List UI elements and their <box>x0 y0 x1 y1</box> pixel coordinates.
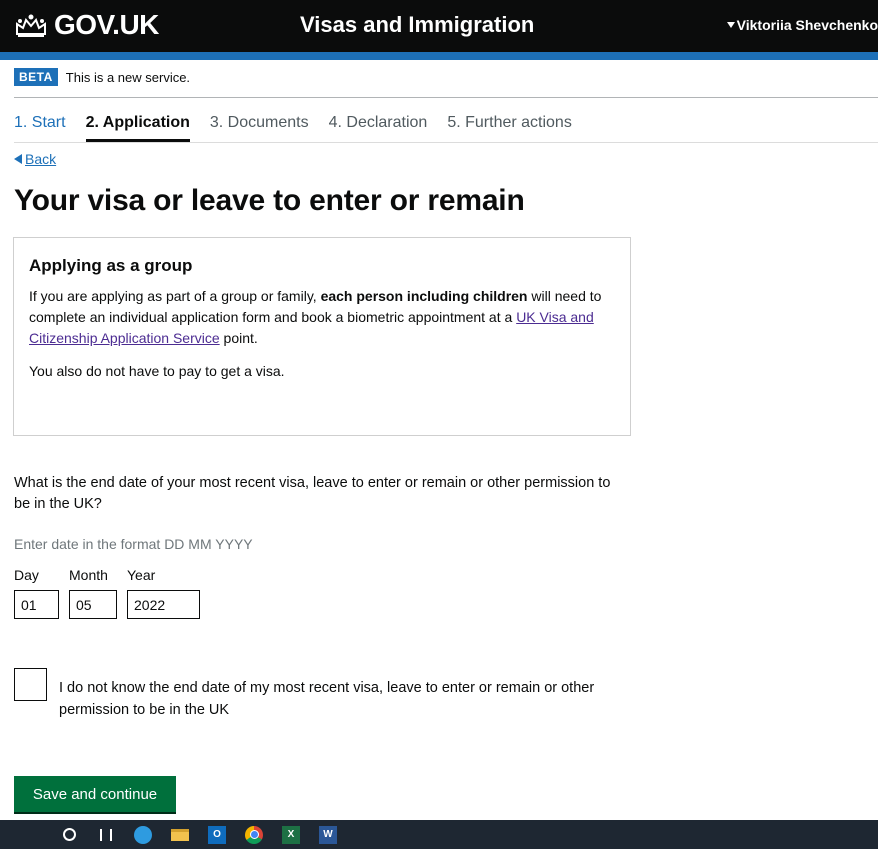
unknown-date-option: I do not know the end date of my most re… <box>14 668 619 721</box>
date-day: Day <box>14 567 59 619</box>
govuk-logo[interactable]: GOV.UK <box>14 9 159 41</box>
back-link[interactable]: Back <box>14 151 56 167</box>
month-input[interactable] <box>69 590 117 619</box>
crown-icon <box>16 14 46 37</box>
month-label: Month <box>69 567 108 583</box>
date-month: Month <box>69 567 117 619</box>
step-documents: 3. Documents <box>209 114 309 131</box>
question-label: What is the end date of your most recent… <box>14 475 611 512</box>
search-icon[interactable] <box>60 826 78 844</box>
year-input[interactable] <box>127 590 200 619</box>
windows-taskbar: O X W <box>0 820 878 849</box>
save-and-continue-button[interactable]: Save and continue <box>14 776 176 812</box>
word-icon[interactable]: W <box>319 825 337 844</box>
divider <box>14 142 878 143</box>
task-view-icon[interactable] <box>97 826 115 844</box>
excel-icon[interactable]: X <box>282 825 300 844</box>
panel-text: If you are applying as part of a group o… <box>29 288 321 304</box>
date-input-group: Day Month Year <box>14 567 210 619</box>
beta-banner: BETA This is a new service. <box>14 68 190 86</box>
outlook-icon[interactable]: O <box>208 825 226 844</box>
panel-bold-text: each person including children <box>320 288 528 304</box>
checkbox-label[interactable]: I do not know the end date of my most re… <box>59 668 619 721</box>
group-info-panel: Applying as a group If you are applying … <box>13 237 631 436</box>
panel-paragraph-2: You also do not have to pay to get a vis… <box>29 363 285 379</box>
panel-paragraph: If you are applying as part of a group o… <box>29 286 615 349</box>
beta-tag: BETA <box>14 68 58 86</box>
step-application: 2. Application <box>85 114 191 142</box>
edge-icon[interactable] <box>134 825 152 844</box>
file-explorer-icon[interactable] <box>171 828 189 841</box>
service-name[interactable]: Visas and Immigration <box>300 12 534 38</box>
page-title: Your visa or leave to enter or remain <box>14 184 525 217</box>
user-name: Viktoriia Shevchenko <box>736 17 878 33</box>
step-start[interactable]: 1. Start <box>14 114 66 132</box>
back-arrow-icon <box>14 154 22 164</box>
progress-steps: 1. Start 2. Application 3. Documents 4. … <box>14 114 592 142</box>
user-menu[interactable]: Viktoriia Shevchenko <box>726 17 878 33</box>
day-input[interactable] <box>14 590 59 619</box>
gov-header: GOV.UK Visas and Immigration Viktoriia S… <box>0 0 878 52</box>
year-label: Year <box>127 567 156 583</box>
date-year: Year <box>127 567 200 619</box>
divider <box>14 97 878 98</box>
chrome-icon[interactable] <box>245 825 263 844</box>
day-label: Day <box>14 567 39 583</box>
step-further-actions: 5. Further actions <box>447 114 572 131</box>
unknown-date-checkbox[interactable] <box>14 668 47 701</box>
step-declaration: 4. Declaration <box>328 114 428 131</box>
caret-down-icon <box>726 22 735 28</box>
date-hint: Enter date in the format DD MM YYYY <box>14 536 253 552</box>
header-accent-bar <box>0 52 878 60</box>
panel-title: Applying as a group <box>29 256 193 275</box>
panel-text: point. <box>219 330 258 346</box>
back-label: Back <box>25 151 57 167</box>
logo-text: GOV.UK <box>54 9 159 40</box>
beta-text: This is a new service. <box>65 69 191 85</box>
